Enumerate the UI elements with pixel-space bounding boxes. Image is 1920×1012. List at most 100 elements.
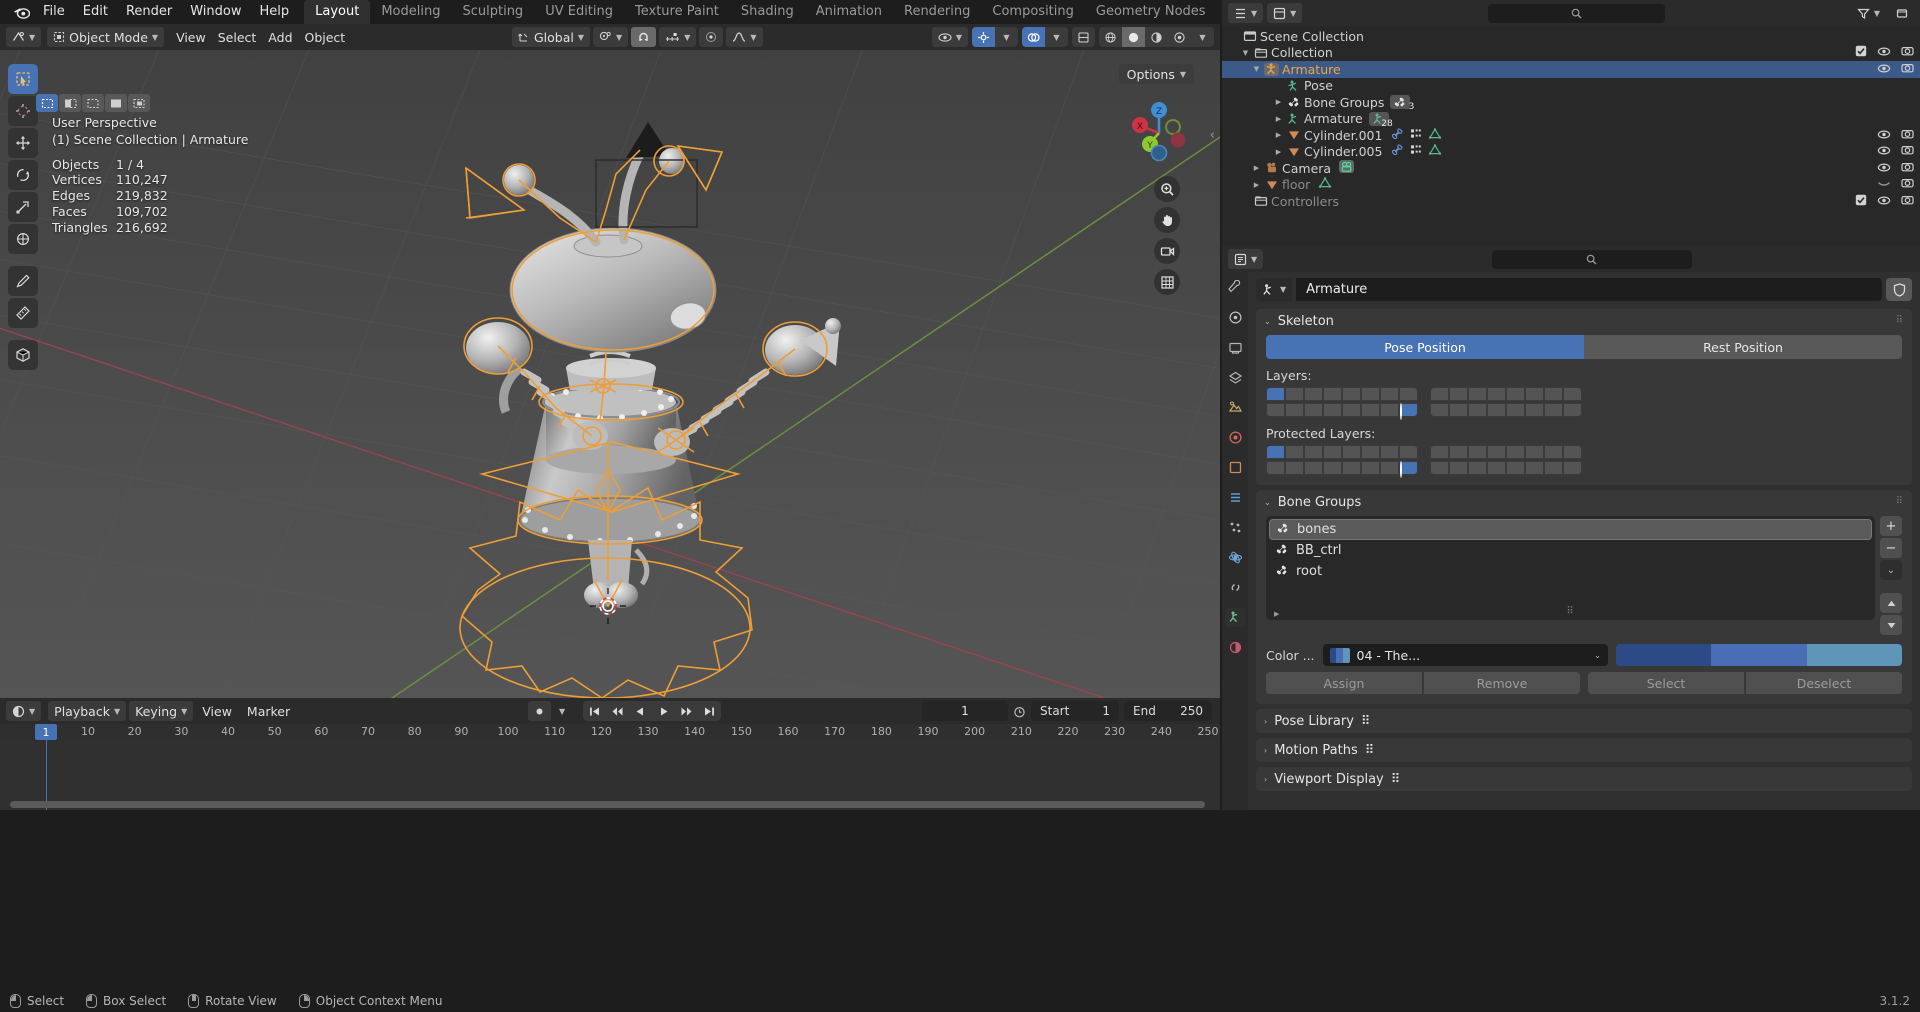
jump-to-start-button[interactable] <box>583 701 606 721</box>
protected-layer-cell[interactable] <box>1506 445 1525 459</box>
panel-drag-grip[interactable]: ⠿ <box>1896 316 1904 326</box>
armature-layer-cell[interactable] <box>1266 387 1285 401</box>
protected-layer-cell[interactable] <box>1361 445 1380 459</box>
viewport-options-button[interactable]: Options ▼ <box>1118 64 1194 84</box>
camera-restrict-icon[interactable] <box>1901 161 1914 176</box>
timeline-ruler[interactable]: 10 20 30 40 50 60 70 80 90 100 110 120 130 140 150 160 1… <box>0 724 1220 742</box>
menu-window[interactable]: Window <box>181 2 250 22</box>
overlay-settings-button[interactable]: ▼ <box>1045 27 1068 47</box>
color-set-dropdown[interactable]: 04 - The... ⌄ <box>1322 644 1608 666</box>
jump-to-end-button[interactable] <box>698 701 721 721</box>
outliner-row-floor[interactable]: ▶ floor <box>1222 177 1920 194</box>
protected-layer-cell[interactable] <box>1380 445 1399 459</box>
armature-layer-cell[interactable] <box>1399 387 1418 401</box>
armature-layer-cell[interactable] <box>1506 387 1525 401</box>
navigation-gizmo[interactable]: Z X Y <box>1122 96 1196 170</box>
render-tab[interactable] <box>1225 308 1245 327</box>
timeline-view-menu[interactable]: View <box>196 701 238 721</box>
outliner-filter-button[interactable]: ▼ <box>1851 3 1886 23</box>
tool-tab[interactable] <box>1225 278 1245 297</box>
protected-layer-cell[interactable] <box>1304 445 1323 459</box>
move-bone-group-up-button[interactable] <box>1880 593 1902 613</box>
camera-restrict-icon[interactable] <box>1901 144 1914 159</box>
gizmo-settings-button[interactable]: ▼ <box>995 27 1018 47</box>
protected-layer-cell[interactable] <box>1342 445 1361 459</box>
protected-layer-cell[interactable] <box>1342 461 1361 475</box>
checkbox-icon[interactable] <box>1855 194 1867 209</box>
menu-edit[interactable]: Edit <box>74 2 117 22</box>
select-set-mode[interactable] <box>36 94 58 112</box>
eye-icon[interactable] <box>1877 45 1891 60</box>
armature-layer-cell[interactable] <box>1342 387 1361 401</box>
transform-tool[interactable] <box>8 224 38 254</box>
start-frame-field[interactable]: Start 1 <box>1031 701 1119 721</box>
add-cube-tool[interactable] <box>8 340 38 370</box>
timeline-current-frame-indicator[interactable]: 1 <box>35 724 57 740</box>
outliner-row-armature[interactable]: ▼ Armature <box>1222 61 1920 78</box>
eye-icon[interactable] <box>1877 128 1891 143</box>
protected-layer-cell[interactable] <box>1487 461 1506 475</box>
modifier-icon[interactable] <box>1390 143 1404 160</box>
camera-restrict-icon[interactable] <box>1901 45 1914 60</box>
outliner-row-controllers[interactable]: Controllers <box>1222 193 1920 210</box>
play-button[interactable] <box>652 701 675 721</box>
play-reverse-button[interactable] <box>629 701 652 721</box>
panel-drag-grip[interactable]: ⠿ <box>1365 743 1375 758</box>
outliner-tree[interactable]: Scene Collection ▼ Collection ▼ Armature Pose… <box>1222 26 1920 210</box>
armature-layer-cell[interactable] <box>1304 403 1323 417</box>
viewport-3d[interactable]: User Perspective (1) Scene Collection | … <box>0 50 1220 698</box>
checkbox-icon[interactable] <box>1855 45 1867 60</box>
keying-settings-button[interactable]: ▼ <box>553 701 571 721</box>
panel-motion-paths[interactable]: › Motion Paths ⠿ <box>1256 738 1912 762</box>
pose-position-button[interactable]: Pose Position <box>1266 335 1584 359</box>
armature-layer-cell[interactable] <box>1563 403 1582 417</box>
properties-editor-type-button[interactable]: ▼ <box>1228 249 1264 269</box>
shading-settings-button[interactable]: ▼ <box>1191 27 1214 47</box>
outliner-child-count-badge[interactable]: 28 <box>1368 111 1393 129</box>
shading-wireframe-button[interactable] <box>1099 27 1122 47</box>
protected-layer-cell[interactable] <box>1525 461 1544 475</box>
rotate-tool[interactable] <box>8 160 38 190</box>
disclosure-triangle-right-icon[interactable]: ▶ <box>1272 131 1285 139</box>
current-frame-field[interactable]: 1 <box>922 701 1008 721</box>
armature-layer-cell[interactable] <box>1487 403 1506 417</box>
measure-tool[interactable] <box>8 298 38 328</box>
protected-layer-cell[interactable] <box>1544 445 1563 459</box>
visibility-selector[interactable]: ▼ <box>931 27 968 47</box>
camera-restrict-icon[interactable] <box>1901 194 1914 209</box>
world-tab[interactable] <box>1225 428 1245 447</box>
transform-orientation-selector[interactable]: Global ▼ <box>512 27 591 47</box>
bone-groups-list[interactable]: bones BB_ctrl root ▶ ⠿ <box>1266 516 1875 620</box>
mode-selector[interactable]: Object Mode ▼ <box>47 27 165 47</box>
bone-group-item-bb_ctrl[interactable]: BB_ctrl <box>1269 540 1872 561</box>
protected-layer-cell[interactable] <box>1525 445 1544 459</box>
scene-tab[interactable] <box>1225 398 1245 417</box>
protected-layer-cell[interactable] <box>1399 445 1418 459</box>
timeline-marker-menu[interactable]: Marker <box>241 701 296 721</box>
bone-group-item-root[interactable]: root <box>1269 561 1872 582</box>
disclosure-triangle-right-icon[interactable]: ▶ <box>1250 164 1263 172</box>
select-invert-mode[interactable] <box>105 94 127 112</box>
expand-list-arrow[interactable]: ▶ <box>1274 610 1279 618</box>
particles-tab[interactable] <box>1225 518 1245 537</box>
modifier-icon[interactable] <box>1390 127 1404 144</box>
armature-layer-cell[interactable] <box>1266 403 1285 417</box>
end-frame-field[interactable]: End 250 <box>1124 701 1212 721</box>
editor-type-button[interactable]: ▼ <box>6 27 42 47</box>
viewlayer-tab[interactable] <box>1225 368 1245 387</box>
next-keyframe-button[interactable] <box>675 701 698 721</box>
armature-layer-cell[interactable] <box>1361 403 1380 417</box>
outliner-new-collection-button[interactable] <box>1890 3 1914 23</box>
workspace-tab-geometry-nodes[interactable]: Geometry Nodes <box>1085 0 1217 24</box>
armature-layer-cell[interactable] <box>1323 403 1342 417</box>
protected-layer-cell[interactable] <box>1563 461 1582 475</box>
armature-layer-cell[interactable] <box>1468 403 1487 417</box>
armature-data-browse-button[interactable]: ▼ <box>1256 278 1293 301</box>
keying-menu[interactable]: Keying ▼ <box>129 701 194 721</box>
camera-restrict-icon[interactable] <box>1901 62 1914 77</box>
timeline-body[interactable]: 10 20 30 40 50 60 70 80 90 100 110 120 130 140 150 160 1… <box>0 724 1220 810</box>
cursor-tool[interactable] <box>8 96 38 126</box>
viewport-menu-add[interactable]: Add <box>262 27 298 47</box>
camera-restrict-icon[interactable] <box>1901 128 1914 143</box>
add-bone-group-button[interactable]: + <box>1880 516 1902 536</box>
